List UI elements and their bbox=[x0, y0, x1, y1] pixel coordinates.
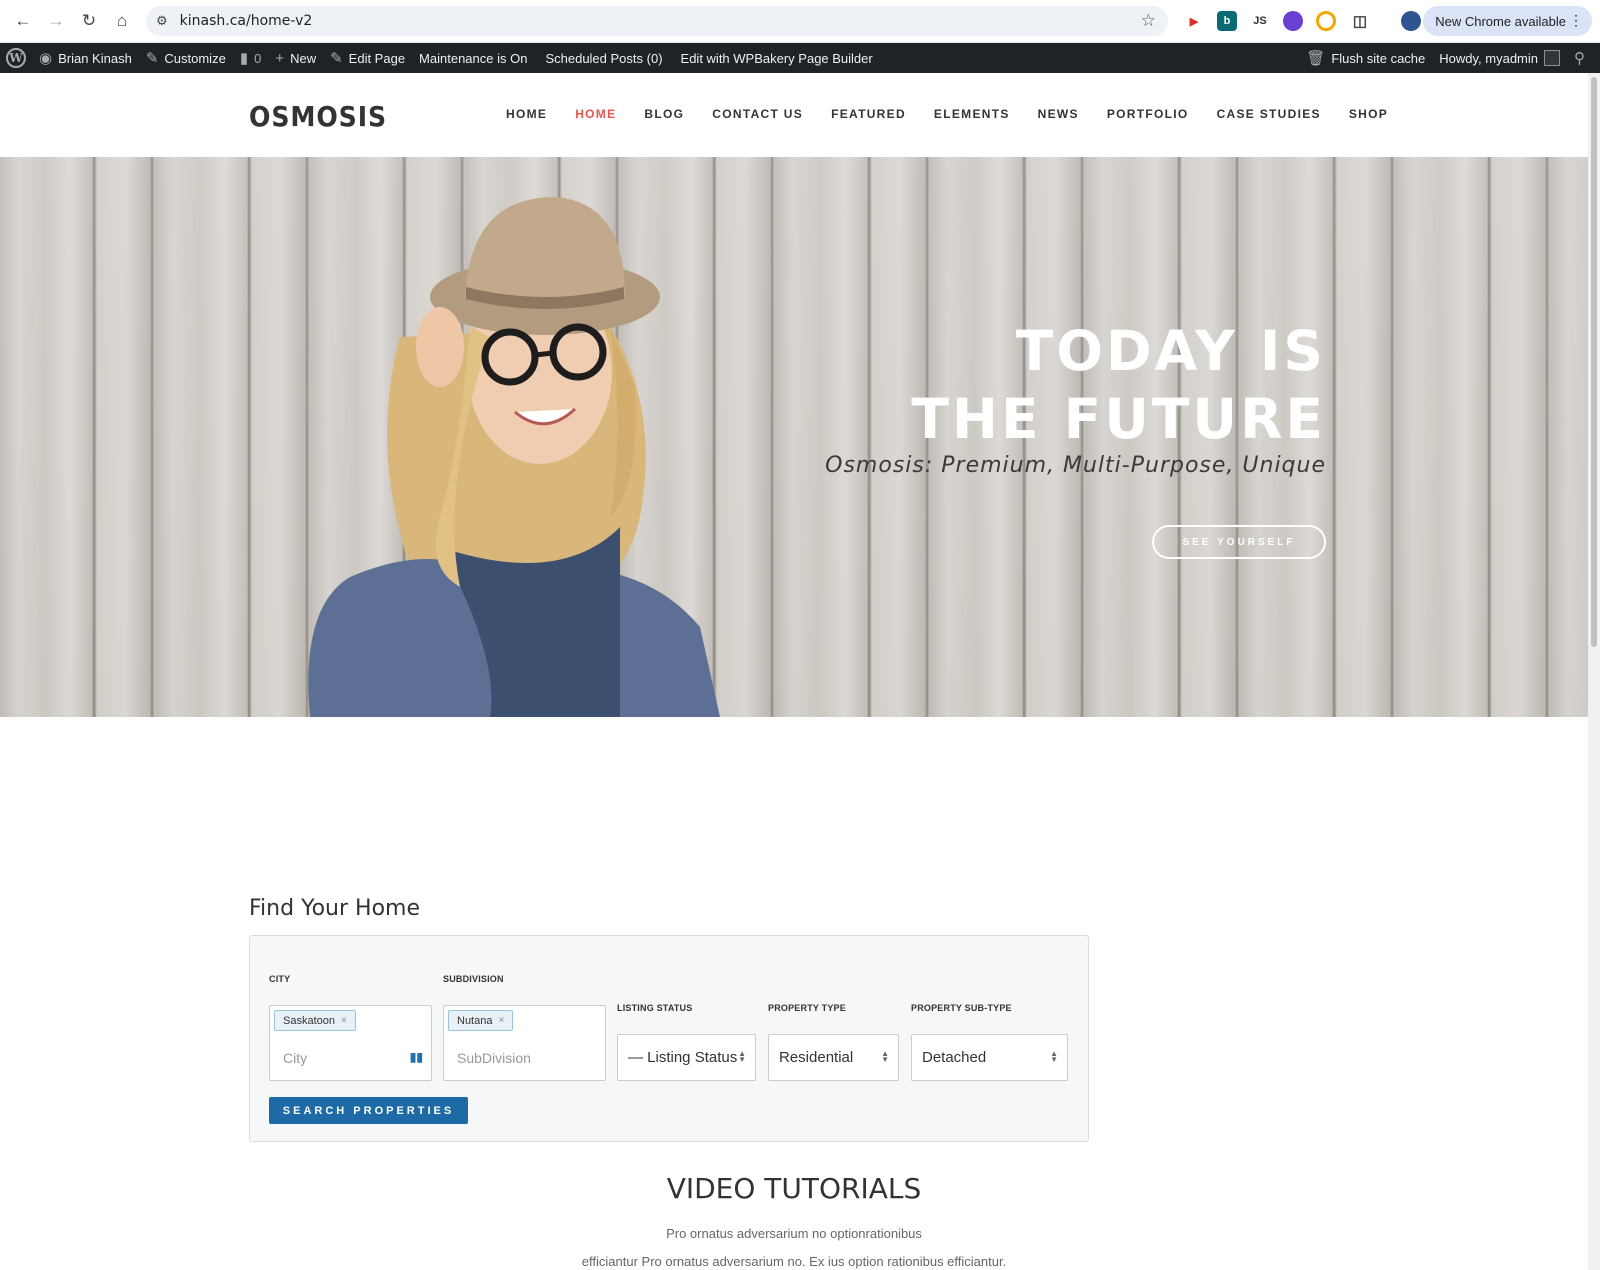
address-bar[interactable]: ⚙ kinash.ca/home-v2 ☆ bbox=[146, 6, 1168, 36]
menu-item-home-active[interactable]: HOME bbox=[575, 107, 616, 121]
menu-item-featured[interactable]: FEATURED bbox=[831, 107, 906, 121]
subdivision-field[interactable]: Nutana × SubDivision bbox=[443, 1005, 606, 1081]
hero-banner: TODAY IS THE FUTURE Osmosis: Premium, Mu… bbox=[0, 157, 1588, 717]
video-tutorials-title: VIDEO TUTORIALS bbox=[666, 1172, 922, 1205]
menu-item-case-studies[interactable]: CASE STUDIES bbox=[1217, 107, 1321, 121]
property-subtype-select[interactable]: Detached ▲ ▼ bbox=[911, 1034, 1068, 1081]
property-type-label: PROPERTY TYPE bbox=[768, 1003, 846, 1013]
reload-icon[interactable]: ↻ bbox=[79, 11, 99, 31]
search-properties-button[interactable]: SEARCH PROPERTIES bbox=[269, 1097, 468, 1124]
video-tutorials-text-2: efficiantur Pro ornatus adversarium no. … bbox=[581, 1254, 1007, 1269]
property-type-select[interactable]: Residential ▲ ▼ bbox=[768, 1034, 899, 1081]
hero-woman-image bbox=[308, 197, 720, 717]
profile-avatar[interactable] bbox=[1401, 11, 1421, 31]
property-type-value: Residential bbox=[779, 1049, 854, 1066]
menu-item-contact[interactable]: CONTACT US bbox=[712, 107, 803, 121]
subdivision-tag[interactable]: Nutana × bbox=[448, 1010, 514, 1031]
adminbar-maintenance[interactable]: Maintenance is On bbox=[412, 43, 534, 73]
hero-subtitle: Osmosis: Premium, Multi-Purpose, Unique bbox=[825, 453, 1326, 478]
plus-icon: + bbox=[275, 49, 285, 67]
remove-tag-icon[interactable]: × bbox=[341, 1015, 347, 1026]
select-arrows-icon: ▲ ▼ bbox=[738, 1049, 746, 1064]
home-icon[interactable]: ⌂ bbox=[112, 11, 132, 31]
extension-js-icon[interactable]: JS bbox=[1250, 11, 1270, 31]
site-header: osmosis HOME HOME BLOG CONTACT US FEATUR… bbox=[0, 73, 1588, 157]
menu-item-portfolio[interactable]: PORTFOLIO bbox=[1107, 107, 1189, 121]
adminbar-customize-label: Customize bbox=[164, 50, 226, 66]
search-icon: ⚲ bbox=[1574, 50, 1585, 67]
wp-admin-bar: W ◉ Brian Kinash ✎ Customize ▮ 0 + New ✎ Edit… bbox=[0, 43, 1600, 73]
property-subtype-label: PROPERTY SUB-TYPE bbox=[911, 1003, 1012, 1013]
site-info-icon[interactable]: ⚙ bbox=[156, 13, 168, 29]
video-tutorials-text-1: Pro ornatus adversarium no optionrationi… bbox=[666, 1226, 922, 1241]
subdivision-tag-label: Nutana bbox=[457, 1014, 493, 1027]
howdy-label: Howdy, myadmin bbox=[1439, 50, 1538, 66]
city-label: CITY bbox=[269, 974, 291, 984]
trash-icon: 🗑 bbox=[1306, 50, 1326, 67]
menu-item-elements[interactable]: ELEMENTS bbox=[934, 107, 1010, 121]
extensions-puzzle-icon[interactable]: ◫ bbox=[1350, 11, 1370, 31]
menu-item-blog[interactable]: BLOG bbox=[644, 107, 684, 121]
hero-title-line1: TODAY IS bbox=[1015, 319, 1326, 383]
city-tag-label: Saskatoon bbox=[283, 1014, 335, 1027]
dashboard-icon: ◉ bbox=[39, 50, 53, 67]
subdivision-placeholder: SubDivision bbox=[457, 1050, 531, 1066]
forward-icon[interactable]: → bbox=[46, 11, 66, 31]
menu-item-shop[interactable]: SHOP bbox=[1349, 107, 1388, 121]
extension-purple-icon[interactable] bbox=[1283, 11, 1303, 31]
site-logo[interactable]: osmosis bbox=[249, 100, 387, 133]
city-tag[interactable]: Saskatoon × bbox=[274, 1010, 356, 1031]
adminbar-user: Brian Kinash bbox=[58, 50, 132, 66]
menu-item-home[interactable]: HOME bbox=[506, 107, 547, 121]
select-arrows-icon: ▲ ▼ bbox=[881, 1049, 889, 1064]
main-menu: HOME HOME BLOG CONTACT US FEATURED ELEME… bbox=[506, 107, 1416, 121]
back-icon[interactable]: ← bbox=[13, 11, 33, 31]
adminbar-customize[interactable]: ✎ Customize bbox=[139, 43, 233, 73]
city-placeholder: City bbox=[283, 1050, 308, 1066]
adminbar-new-label: New bbox=[290, 50, 317, 66]
wordpress-logo-icon[interactable]: W bbox=[6, 48, 26, 68]
property-subtype-value: Detached bbox=[922, 1049, 987, 1066]
chrome-update-label: New Chrome available bbox=[1435, 13, 1566, 29]
url-text[interactable]: kinash.ca/home-v2 bbox=[180, 13, 313, 29]
page-scrollbar[interactable] bbox=[1588, 73, 1600, 1270]
pencil-icon: ✎ bbox=[330, 50, 343, 67]
extension-teal-icon[interactable]: b bbox=[1217, 11, 1237, 31]
select-arrows-icon: ▲ ▼ bbox=[1050, 1049, 1058, 1064]
brush-icon: ✎ bbox=[145, 50, 159, 67]
flush-label: Flush site cache bbox=[1331, 50, 1426, 66]
listing-status-label: LISTING STATUS bbox=[617, 1003, 693, 1013]
adminbar-site[interactable]: ◉ Brian Kinash bbox=[32, 43, 139, 73]
adminbar-edit-label: Edit Page bbox=[348, 50, 406, 66]
adminbar-new[interactable]: + New bbox=[268, 43, 323, 73]
listing-status-value: — Listing Status bbox=[628, 1049, 738, 1066]
adminbar-comments[interactable]: ▮ 0 bbox=[233, 43, 269, 73]
menu-item-news[interactable]: NEWS bbox=[1038, 107, 1079, 121]
browser-toolbar: ← → ↻ ⌂ ⚙ kinash.ca/home-v2 ☆ ▶ b JS ◫ N… bbox=[0, 0, 1600, 43]
remove-tag-icon[interactable]: × bbox=[498, 1015, 504, 1026]
listing-status-select[interactable]: — Listing Status ▲ ▼ bbox=[617, 1034, 756, 1081]
adminbar-scheduled[interactable]: Scheduled Posts (0) bbox=[538, 43, 669, 73]
hero-title-line2: THE FUTURE bbox=[911, 387, 1326, 451]
comments-count: 0 bbox=[254, 50, 262, 66]
see-yourself-button[interactable]: SEE YOURSELF bbox=[1152, 525, 1326, 559]
extension-red-icon[interactable]: ▶ bbox=[1184, 11, 1204, 31]
chrome-update-button[interactable]: New Chrome available ⋮ bbox=[1423, 6, 1592, 36]
hero-title: TODAY IS THE FUTURE bbox=[911, 317, 1326, 453]
extension-yellow-icon[interactable] bbox=[1316, 11, 1336, 31]
adminbar-flush[interactable]: 🗑 Flush site cache bbox=[1299, 43, 1432, 73]
find-home-title: Find Your Home bbox=[249, 896, 420, 921]
adminbar-wpbakery[interactable]: Edit with WPBakery Page Builder bbox=[674, 43, 880, 73]
bookmark-star-icon[interactable]: ☆ bbox=[1141, 11, 1156, 31]
city-field[interactable]: Saskatoon × City ▮▮ bbox=[269, 1005, 432, 1081]
autofill-icon[interactable]: ▮▮ bbox=[410, 1050, 423, 1064]
adminbar-edit-page[interactable]: ✎ Edit Page bbox=[323, 43, 412, 73]
admin-avatar bbox=[1544, 50, 1560, 66]
menu-dots-icon[interactable]: ⋮ bbox=[1569, 12, 1583, 29]
adminbar-search[interactable]: ⚲ bbox=[1567, 43, 1600, 73]
comment-icon: ▮ bbox=[239, 50, 249, 67]
subdivision-label: SUBDIVISION bbox=[443, 974, 504, 984]
adminbar-account[interactable]: Howdy, myadmin bbox=[1432, 43, 1567, 73]
scrollbar-thumb[interactable] bbox=[1591, 77, 1597, 647]
